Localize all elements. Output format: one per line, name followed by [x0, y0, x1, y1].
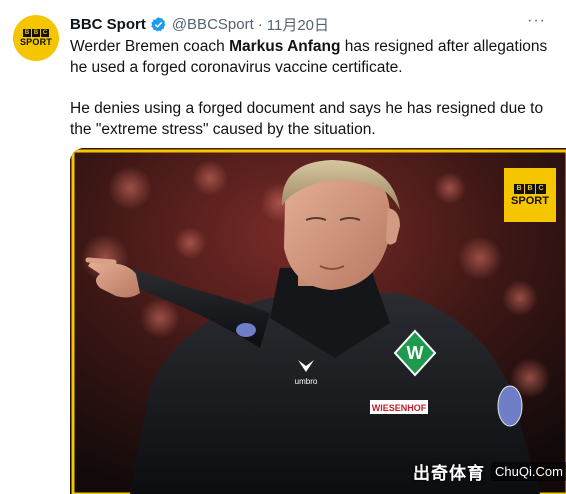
verified-badge-icon	[150, 16, 167, 33]
tweet-media-image[interactable]: W WIESENHOF umbro B B C SPORT 出奇体育 ChuQi…	[70, 148, 566, 494]
avatar[interactable]: B B C SPORT	[13, 15, 59, 61]
header-separator: ·	[257, 15, 263, 33]
badge-block-c: C	[536, 183, 546, 194]
shirt-sponsor: WIESENHOF	[370, 400, 428, 414]
bbc-sport-logo: B B C SPORT	[504, 168, 556, 222]
badge-bbc-blocks: B B C	[514, 183, 546, 194]
bbc-block-b2: B	[32, 29, 40, 37]
tweet-paragraph-2: He denies using a forged document and sa…	[70, 100, 544, 138]
avatar-sport-text: SPORT	[19, 37, 52, 47]
tweet-text: Werder Bremen coach Markus Anfang has re…	[70, 36, 560, 140]
more-options-icon[interactable]: ···	[527, 13, 546, 29]
tweet-date[interactable]: 11月20日	[267, 14, 329, 35]
shirt-sponsor-text: WIESENHOF	[372, 403, 427, 413]
watermark-site: ChuQi.Com	[491, 461, 566, 481]
badge-sport-text: SPORT	[511, 194, 549, 207]
site-watermark: 出奇体育 ChuQi.Com	[413, 457, 566, 485]
badge-block-b1: B	[514, 183, 524, 194]
umbro-text: umbro	[295, 377, 318, 386]
tweet-paragraph-1: Werder Bremen coach Markus Anfang has re…	[70, 36, 560, 78]
bbc-block-b1: B	[23, 29, 31, 37]
crest-letter: W	[407, 343, 424, 363]
watermark-chinese: 出奇体育	[413, 463, 485, 483]
paragraph-1-start: Werder Bremen coach	[70, 38, 230, 55]
display-name[interactable]: BBC Sport	[70, 16, 146, 33]
bbc-block-c: C	[41, 29, 49, 37]
coach-name: Markus Anfang	[229, 38, 341, 55]
bbc-logo-blocks: B B C	[23, 29, 49, 37]
tweet[interactable]: B B C SPORT BBC Sport @BBCSport · 11月20日…	[0, 0, 566, 494]
badge-block-b2: B	[525, 183, 535, 194]
user-handle[interactable]: @BBCSport	[172, 16, 254, 33]
tweet-header: BBC Sport @BBCSport · 11月20日 ···	[70, 13, 546, 35]
photo-illustration: W WIESENHOF umbro	[70, 148, 566, 494]
